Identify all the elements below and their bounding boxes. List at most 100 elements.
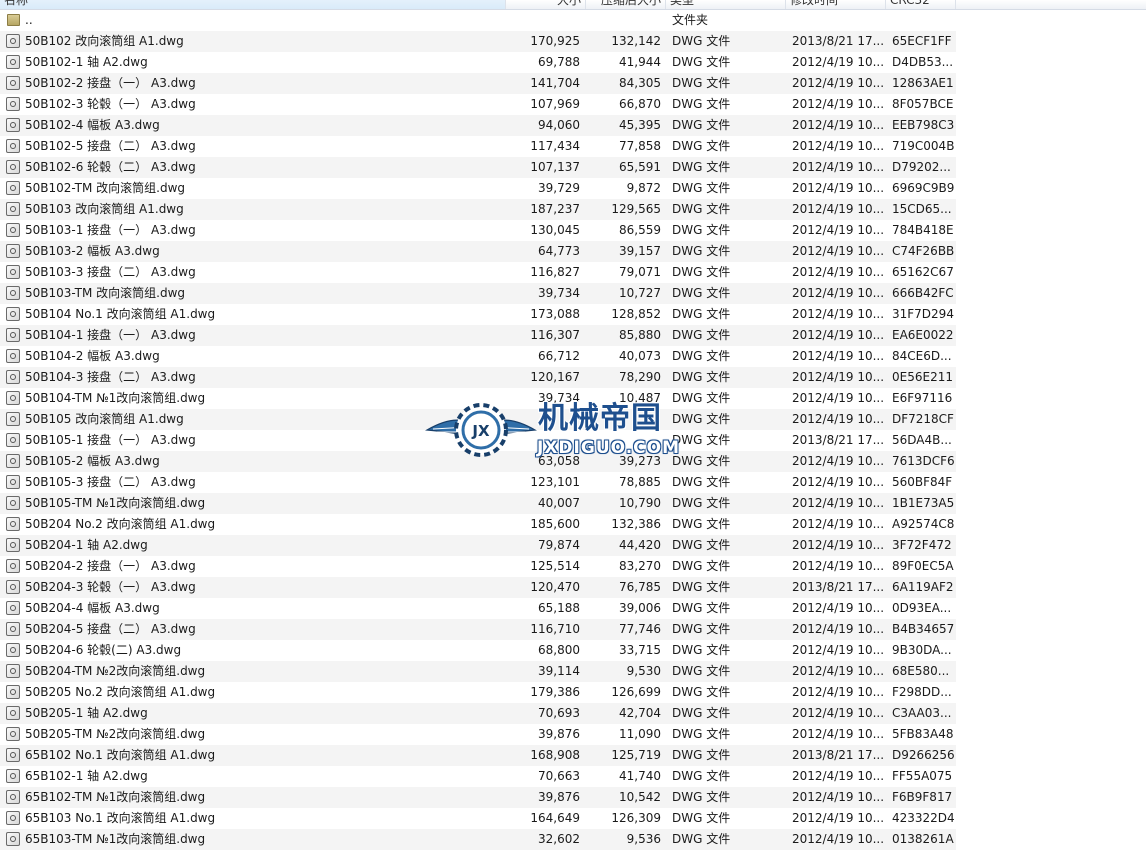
file-type: DWG 文件 [672,706,731,720]
file-row[interactable]: 50B102-6 轮毂（二） A3.dwg 107,137 65,591 DWG 文件… [0,157,956,178]
file-row[interactable]: 50B204-4 幅板 A3.dwg 65,188 39,006 DWG 文件 2012… [0,598,956,619]
parent-folder-row[interactable]: .. 文件夹 [0,10,956,31]
file-row[interactable]: 50B204 No.2 改向滚筒组 A1.dwg 185,600 132,386 DW… [0,514,956,535]
file-modified: 2012/4/19 10... [792,664,885,678]
file-packed-size: 78,290 [619,370,661,384]
file-crc32: 8F057BCE [892,97,954,111]
file-row[interactable]: 65B103 No.1 改向滚筒组 A1.dwg 164,649 126,309 DW… [0,808,956,829]
file-name: 65B102-TM №1改向滚筒组.dwg [25,790,206,804]
file-size: 66,712 [538,349,580,363]
file-row[interactable]: 50B104 No.1 改向滚筒组 A1.dwg 173,088 128,852 DW… [0,304,956,325]
dwg-file-icon [6,160,20,174]
file-row[interactable]: 50B204-3 轮毂（一） A3.dwg 120,470 76,785 DWG 文件… [0,577,956,598]
file-type: DWG 文件 [672,832,731,846]
file-packed-size: 132,386 [611,517,661,531]
column-header-type[interactable]: 类型 [666,0,786,9]
file-row[interactable]: 50B102-3 轮毂（一） A3.dwg 107,969 66,870 DWG 文件… [0,94,956,115]
file-row[interactable]: 50B204-TM №2改向滚筒组.dwg 39,114 9,530 DWG 文件 20… [0,661,956,682]
file-row[interactable]: 50B104-3 接盘（二） A3.dwg 120,167 78,290 DWG 文件… [0,367,956,388]
file-row[interactable]: 50B104-1 接盘（一） A3.dwg 116,307 85,880 DWG 文件… [0,325,956,346]
file-packed-size: 126,309 [611,811,661,825]
file-row[interactable]: 50B104-2 幅板 A3.dwg 66,712 40,073 DWG 文件 2012… [0,346,956,367]
file-type: DWG 文件 [672,685,731,699]
file-row[interactable]: 50B102-TM 改向滚筒组.dwg 39,729 9,872 DWG 文件 2012… [0,178,956,199]
file-type: DWG 文件 [672,580,731,594]
file-row[interactable]: 50B102 改向滚筒组 A1.dwg 170,925 132,142 DWG 文件 2… [0,31,956,52]
file-type: DWG 文件 [672,475,731,489]
file-row[interactable]: 50B205-TM №2改向滚筒组.dwg 39,876 11,090 DWG 文件 2… [0,724,956,745]
file-row[interactable]: 50B103 改向滚筒组 A1.dwg 187,237 129,565 DWG 文件 2… [0,199,956,220]
column-header-crc32[interactable]: CRC32 [886,0,956,9]
file-size: 40,007 [538,496,580,510]
column-header-name[interactable]: 名称 [0,0,506,9]
file-modified: 2012/4/19 10... [792,706,885,720]
file-type: DWG 文件 [672,160,731,174]
file-name: 65B103-TM №1改向滚筒组.dwg [25,832,206,846]
file-name: 50B104-2 幅板 A3.dwg [25,349,160,363]
file-row[interactable]: 50B105-TM №1改向滚筒组.dwg 40,007 10,790 DWG 文件 2… [0,493,956,514]
file-name: 50B104-3 接盘（二） A3.dwg [25,370,196,384]
file-row[interactable]: 50B103-2 幅板 A3.dwg 64,773 39,157 DWG 文件 2012… [0,241,956,262]
file-row[interactable]: 65B102-TM №1改向滚筒组.dwg 39,876 10,542 DWG 文件 2… [0,787,956,808]
file-modified: 2012/4/19 10... [792,202,885,216]
file-modified: 2013/8/21 17... [792,34,885,48]
file-row[interactable]: 50B105-3 接盘（二） A3.dwg 123,101 78,885 DWG 文件… [0,472,956,493]
file-row[interactable]: 50B102-1 轴 A2.dwg 69,788 41,944 DWG 文件 2012/… [0,52,956,73]
file-modified: 2012/4/19 10... [792,412,885,426]
file-type: DWG 文件 [672,790,731,804]
file-packed-size: 41,944 [619,55,661,69]
file-name: 50B105-TM №1改向滚筒组.dwg [25,496,206,510]
file-type: DWG 文件 [672,643,731,657]
file-crc32: 7613DCF6 [892,454,954,468]
file-size: 179,386 [530,685,580,699]
file-size: 170,925 [530,34,580,48]
dwg-file-icon [6,265,20,279]
file-packed-size: 79,071 [619,265,661,279]
dwg-file-icon [6,559,20,573]
file-row[interactable]: 50B105-1 接盘（一） A3.dwg DWG 文件 2013/8/21 17.… [0,430,956,451]
file-row[interactable]: 50B103-3 接盘（二） A3.dwg 116,827 79,071 DWG 文件… [0,262,956,283]
column-header-modified[interactable]: 修改时间 [786,0,886,9]
file-row[interactable]: 50B102-5 接盘（二） A3.dwg 117,434 77,858 DWG 文件… [0,136,956,157]
dwg-file-icon [6,391,20,405]
file-name: 50B104-1 接盘（一） A3.dwg [25,328,196,342]
file-row[interactable]: 50B205 No.2 改向滚筒组 A1.dwg 179,386 126,699 DW… [0,682,956,703]
file-modified: 2012/4/19 10... [792,370,885,384]
dwg-file-icon [6,139,20,153]
column-header-size[interactable]: 大小 [506,0,586,9]
file-row[interactable]: 50B205-1 轴 A2.dwg 70,693 42,704 DWG 文件 2012/… [0,703,956,724]
file-row[interactable]: 65B102-1 轴 A2.dwg 70,663 41,740 DWG 文件 2012/… [0,766,956,787]
dwg-file-icon [6,811,20,825]
file-row[interactable]: 50B105-2 幅板 A3.dwg 63,058 39,273 DWG 文件 2012… [0,451,956,472]
file-size: 94,060 [538,118,580,132]
file-row[interactable]: 65B103-TM №1改向滚筒组.dwg 32,602 9,536 DWG 文件 20… [0,829,956,850]
file-modified: 2012/4/19 10... [792,769,885,783]
file-type: DWG 文件 [672,307,731,321]
file-row[interactable]: 50B204-1 轴 A2.dwg 79,874 44,420 DWG 文件 2012/… [0,535,956,556]
file-crc32: 3F72F472 [892,538,952,552]
file-row[interactable]: 50B204-2 接盘（一） A3.dwg 125,514 83,270 DWG 文件… [0,556,956,577]
file-name: 50B105-2 幅板 A3.dwg [25,454,160,468]
file-packed-size: 40,073 [619,349,661,363]
dwg-file-icon [6,832,20,846]
file-size: 39,734 [538,391,580,405]
file-row[interactable]: 50B204-6 轮毂(二) A3.dwg 68,800 33,715 DWG 文件 2… [0,640,956,661]
file-row[interactable]: 50B103-1 接盘（一） A3.dwg 130,045 86,559 DWG 文件… [0,220,956,241]
file-modified: 2012/4/19 10... [792,727,885,741]
file-packed-size: 45,395 [619,118,661,132]
file-row[interactable]: 65B102 No.1 改向滚筒组 A1.dwg 168,908 125,719 DW… [0,745,956,766]
file-row[interactable]: 50B102-2 接盘（一） A3.dwg 141,704 84,305 DWG 文件… [0,73,956,94]
file-row[interactable]: 50B204-5 接盘（二） A3.dwg 116,710 77,746 DWG 文件… [0,619,956,640]
dwg-file-icon [6,433,20,447]
file-type: DWG 文件 [672,118,731,132]
file-row[interactable]: 50B105 改向滚筒组 A1.dwg DWG 文件 2012/4/19 10...… [0,409,956,430]
file-size: 68,800 [538,643,580,657]
file-type: DWG 文件 [672,265,731,279]
file-row[interactable]: 50B104-TM №1改向滚筒组.dwg 39,734 10,487 DWG 文件 2… [0,388,956,409]
file-size: 65,188 [538,601,580,615]
file-row[interactable]: 50B102-4 幅板 A3.dwg 94,060 45,395 DWG 文件 2012… [0,115,956,136]
column-header-packed-size[interactable]: 压缩后大小 [586,0,666,9]
file-name: 50B205 No.2 改向滚筒组 A1.dwg [25,685,216,699]
file-row[interactable]: 50B103-TM 改向滚筒组.dwg 39,734 10,727 DWG 文件 201… [0,283,956,304]
file-crc32: 719C004B [892,139,954,153]
